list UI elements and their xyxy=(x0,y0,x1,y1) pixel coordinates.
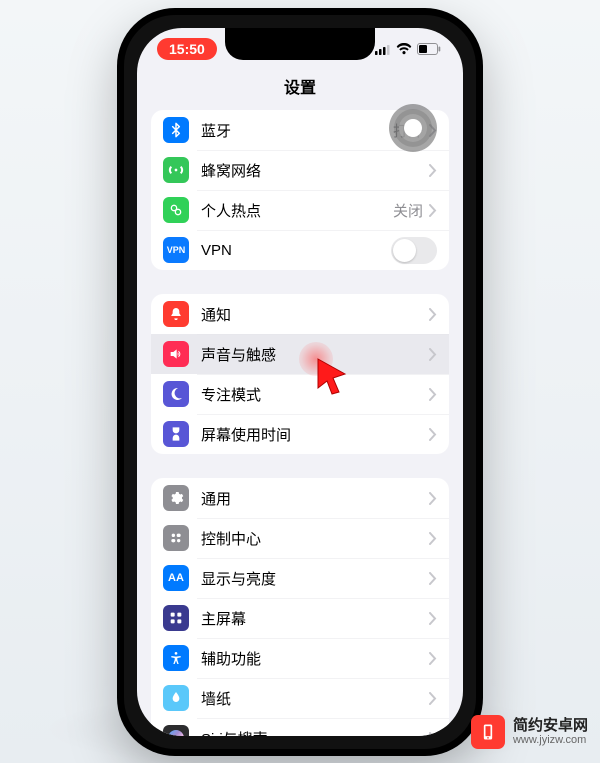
wallpaper-icon xyxy=(163,685,189,711)
watermark-title: 简约安卓网 xyxy=(513,718,588,735)
row-hotspot[interactable]: 个人热点 关闭 xyxy=(151,190,449,230)
status-time: 15:50 xyxy=(157,38,217,60)
row-label: 控制中心 xyxy=(201,528,429,549)
chevron-right-icon xyxy=(429,532,437,545)
cellular-signal-icon xyxy=(375,44,391,55)
vpn-icon: VPN xyxy=(163,237,189,263)
row-label: 个人热点 xyxy=(201,200,393,221)
cellular-icon xyxy=(163,157,189,183)
watermark-logo-icon xyxy=(471,715,505,749)
row-sounds[interactable]: 声音与触感 xyxy=(151,334,449,374)
row-general[interactable]: 通用 xyxy=(151,478,449,518)
chevron-right-icon xyxy=(429,428,437,441)
row-controlcenter[interactable]: 控制中心 xyxy=(151,518,449,558)
row-notifications[interactable]: 通知 xyxy=(151,294,449,334)
settings-group-general: 通用 控制中心 AA 显示与亮度 xyxy=(151,478,449,736)
chevron-right-icon xyxy=(429,652,437,665)
chevron-right-icon xyxy=(429,692,437,705)
row-label: 声音与触感 xyxy=(201,344,429,365)
row-label: 主屏幕 xyxy=(201,608,429,629)
chevron-right-icon xyxy=(429,348,437,361)
controlcenter-icon xyxy=(163,525,189,551)
chevron-right-icon xyxy=(429,732,437,737)
row-accessibility[interactable]: 辅助功能 xyxy=(151,638,449,678)
status-right xyxy=(375,43,441,55)
row-label: 通用 xyxy=(201,488,429,509)
watermark-url: www.jyizw.com xyxy=(513,734,588,746)
wifi-icon xyxy=(396,43,412,55)
row-focus[interactable]: 专注模式 xyxy=(151,374,449,414)
battery-icon xyxy=(417,43,441,55)
notch xyxy=(225,28,375,60)
chevron-right-icon xyxy=(429,204,437,217)
vpn-toggle[interactable] xyxy=(391,237,437,264)
row-label: 通知 xyxy=(201,304,429,325)
row-display[interactable]: AA 显示与亮度 xyxy=(151,558,449,598)
focus-icon xyxy=(163,381,189,407)
row-screentime[interactable]: 屏幕使用时间 xyxy=(151,414,449,454)
row-label: Siri与搜索 xyxy=(201,728,429,737)
row-label: 显示与亮度 xyxy=(201,568,429,589)
row-label: VPN xyxy=(201,242,391,259)
chevron-right-icon xyxy=(429,572,437,585)
general-icon xyxy=(163,485,189,511)
phone-frame: 15:50 设置 xyxy=(117,8,483,756)
row-label: 辅助功能 xyxy=(201,648,429,669)
row-homescreen[interactable]: 主屏幕 xyxy=(151,598,449,638)
row-vpn[interactable]: VPN VPN xyxy=(151,230,449,270)
row-siri[interactable]: Siri与搜索 xyxy=(151,718,449,736)
screentime-icon xyxy=(163,421,189,447)
row-value: 关闭 xyxy=(393,200,423,221)
watermark: 简约安卓网 www.jyizw.com xyxy=(471,715,588,749)
hotspot-icon xyxy=(163,197,189,223)
display-icon: AA xyxy=(163,565,189,591)
chevron-right-icon xyxy=(429,612,437,625)
row-label: 蜂窝网络 xyxy=(201,160,429,181)
row-label: 屏幕使用时间 xyxy=(201,424,429,445)
settings-content: 蓝牙 打开 蜂窝网络 个 xyxy=(137,110,463,736)
row-label: 专注模式 xyxy=(201,384,429,405)
chevron-right-icon xyxy=(429,388,437,401)
phone-bezel: 15:50 设置 xyxy=(124,15,476,749)
bluetooth-icon xyxy=(163,117,189,143)
settings-group-alerts: 通知 声音与触感 专注模式 xyxy=(151,294,449,454)
notifications-icon xyxy=(163,301,189,327)
siri-icon xyxy=(163,725,189,736)
chevron-right-icon xyxy=(429,492,437,505)
accessibility-icon xyxy=(163,645,189,671)
row-wallpaper[interactable]: 墙纸 xyxy=(151,678,449,718)
row-label: 蓝牙 xyxy=(201,120,393,141)
sounds-icon xyxy=(163,341,189,367)
chevron-right-icon xyxy=(429,308,437,321)
phone-screen: 15:50 设置 xyxy=(137,28,463,736)
row-cellular[interactable]: 蜂窝网络 xyxy=(151,150,449,190)
row-label: 墙纸 xyxy=(201,688,429,709)
assistive-touch-button[interactable] xyxy=(389,104,437,152)
homescreen-icon xyxy=(163,605,189,631)
chevron-right-icon xyxy=(429,164,437,177)
